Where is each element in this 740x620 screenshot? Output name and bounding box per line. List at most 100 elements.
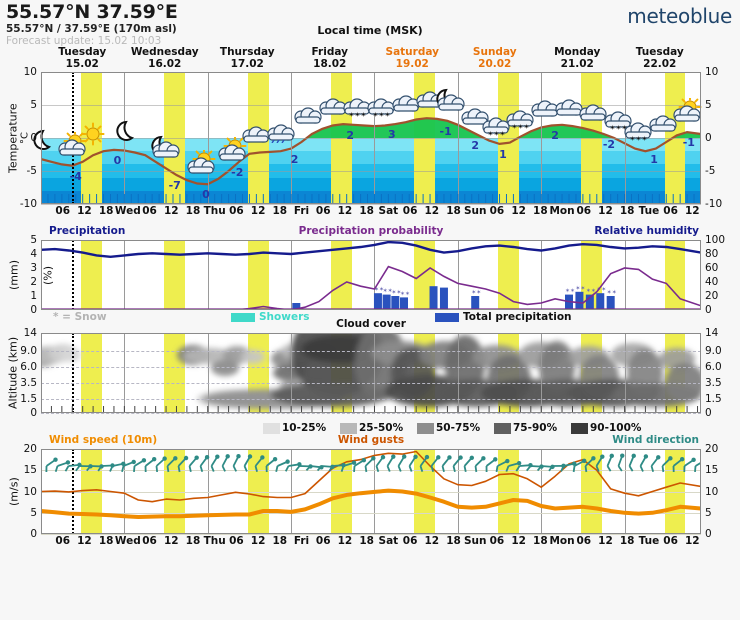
relative-humidity-title: Relative humidity (594, 225, 699, 237)
humidity-y-tick: 0 (705, 304, 712, 316)
temperature-y-tick: -10 (705, 198, 723, 210)
wind-speed-title: Wind speed (10m) (49, 434, 158, 446)
wind-direction-title: Wind direction (612, 434, 699, 446)
altitude-y-tick: 9.0 (20, 344, 37, 357)
altitude-y-tick: 14 (23, 327, 37, 339)
temperature-value-label: 2 (346, 128, 354, 142)
x-axis-label: 06 (55, 205, 71, 217)
wind-y-tick: 20 (705, 443, 719, 455)
temperature-y-tick: 0 (705, 132, 712, 144)
temperature-value-label: 1 (499, 147, 507, 161)
x-axis-label: 12 (337, 535, 353, 547)
x-axis-label: Thu (203, 205, 226, 217)
temperature-y-tick: 10 (705, 66, 719, 78)
wind-y-axis-label: (m/s) (7, 477, 21, 506)
altitude-y-tick: 0 (705, 407, 712, 419)
wind-y-tick: 15 (705, 464, 719, 477)
legend-item-showers[interactable]: Showers (231, 311, 310, 323)
x-axis-label: 12 (77, 535, 92, 547)
x-axis-label: 12 (250, 205, 266, 217)
temperature-y-tick: 5 (30, 99, 37, 111)
day-date: 19.02 (395, 58, 429, 70)
x-axis-label: Wed (114, 535, 141, 547)
legend-item-cloud-50-75%[interactable]: 50-75% (417, 422, 480, 434)
cloud-cover-swatch-0 (263, 422, 280, 434)
x-axis-label: 12 (511, 535, 526, 547)
day-header-saturday-4[interactable]: Saturday 19.02 (371, 46, 454, 70)
humidity-y-axis-label: (%) (41, 265, 55, 285)
temperature-value-label: 3 (388, 128, 396, 142)
altitude-gridline (41, 398, 701, 400)
wind-y-tick: 0 (705, 528, 712, 540)
altitude-y-tick: 3.5 (705, 376, 722, 389)
svg-text:✶✶: ✶✶ (471, 289, 481, 296)
x-axis-label: 18 (359, 535, 374, 547)
day-header-tuesday-0[interactable]: Tuesday 15.02 (41, 46, 124, 70)
x-axis-label: Fri (293, 205, 310, 217)
x-axis-label: Sun (463, 535, 487, 547)
legend-item-cloud-75-90%[interactable]: 75-90% (494, 422, 557, 434)
day-gridline (541, 333, 543, 413)
svg-text:✶✶: ✶✶ (575, 285, 585, 292)
wind-y-tick: 15 (23, 464, 37, 477)
legend-item-cloud-90-100%[interactable]: 90-100% (571, 422, 641, 434)
humidity-y-tick: 20 (705, 290, 719, 302)
day-header-thursday-2[interactable]: Thursday 17.02 (206, 46, 289, 70)
temperature-y-tick: 0 (30, 132, 37, 144)
day-gridline (124, 333, 126, 413)
x-axis-label: Sat (378, 205, 399, 217)
cloud-cover-legend-label: 90-100% (590, 422, 642, 434)
day-header-sunday-5[interactable]: Sunday 20.02 (454, 46, 537, 70)
x-axis-label: 18 (533, 205, 548, 217)
altitude-y-tick: 1.5 (705, 392, 722, 405)
humidity-y-tick: 80 (705, 248, 719, 260)
altitude-gridline (41, 350, 701, 352)
humidity-y-tick: 100 (705, 234, 726, 246)
x-axis-label: 18 (185, 535, 201, 547)
legend-item-total-precipitation[interactable]: Total precipitation (435, 311, 572, 323)
precipitation-probability-title: Precipitation probability (298, 225, 444, 237)
day-name: Sunday (472, 46, 517, 58)
cloud-cover-legend-label: 75-90% (513, 422, 558, 434)
cloud-cover-chart[interactable]: Altitude (km) 0 0 1.5 1.5 3.5 3.5 6.0 6.0 9.0 9.0 1… (7, 318, 722, 418)
altitude-gridline (41, 413, 701, 414)
precipitation-chart[interactable]: ✶✶ ✶✶ ✶✶ ✶✶ ✶✶ ✶✶ ✶✶ ✶✶ ✶✶ ✶✶ Precipitation Precip… (8, 225, 726, 323)
precipitation-y-tick: 5 (30, 234, 37, 246)
temperature-value-label: -7 (168, 178, 181, 192)
svg-text:✶: ✶ (500, 130, 506, 136)
x-axis-label: Sat (378, 535, 399, 547)
x-axis-label: 06 (663, 205, 678, 217)
temperature-value-label: 0 (113, 153, 122, 167)
legend-item-cloud-25-50%[interactable]: 25-50% (340, 422, 403, 434)
day-header-tuesday-7[interactable]: Tuesday 22.02 (619, 46, 702, 70)
svg-text:✶: ✶ (642, 135, 648, 141)
x-axis-label: 12 (685, 535, 700, 547)
x-axis-label: 06 (315, 535, 331, 547)
wind-gusts-title: Wind gusts (337, 434, 405, 446)
x-axis-label: Mon (549, 205, 575, 217)
wind-direction-barbs (45, 453, 701, 473)
x-axis-label: 18 (533, 535, 548, 547)
wind-y-tick: 10 (705, 485, 719, 498)
day-header-friday-3[interactable]: Friday 18.02 (289, 46, 372, 70)
meteoblue-logo[interactable]: meteoblue (627, 4, 732, 28)
current-time-line (72, 333, 75, 413)
day-date: 16.02 (148, 58, 182, 70)
x-axis-label: Thu (203, 535, 226, 547)
x-axis-label: 12 (77, 205, 92, 217)
wind-chart[interactable]: Wind speed (10m) Wind gusts Wind direction… (8, 434, 719, 539)
x-axis-label: 18 (185, 205, 201, 217)
showers-swatch (231, 312, 255, 322)
x-axis-label: 18 (619, 205, 635, 217)
temperature-gridline (41, 171, 701, 172)
day-gridline (207, 333, 209, 413)
day-date: 17.02 (230, 58, 264, 70)
cloud-cover-field (41, 333, 701, 409)
precipitation-y-tick: 1 (30, 290, 37, 302)
x-axis-label: 12 (163, 535, 179, 547)
day-header-monday-6[interactable]: Monday 21.02 (536, 46, 619, 70)
legend-item-cloud-10-25%[interactable]: 10-25% (263, 422, 326, 434)
day-header-wednesday-1[interactable]: Wednesday 16.02 (124, 46, 207, 70)
temperature-chart[interactable]: -4 0 -7 0 -2 2 2 3 -1 2 1 2 -2 1 -1 ✶ ✶ ✶ ✶ ✶ ✶ ✶ ✶ ✶ ✶ ✶ ✶ ✶ ✶ ✶ ✶ ✶ ✶ … (7, 67, 723, 210)
temperature-value-label: -2 (231, 165, 244, 179)
